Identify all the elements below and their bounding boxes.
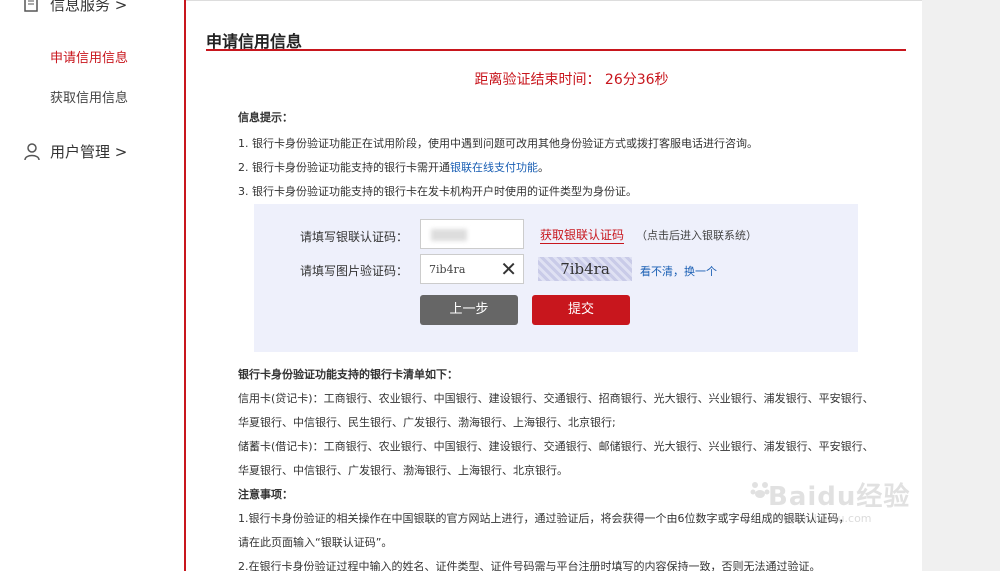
get-code-hint: （点击后进入银联系统） xyxy=(636,229,757,242)
captcha-label: 请填写图片验证码： xyxy=(300,264,409,278)
bank-line-3: 储蓄卡(借记卡)：工商银行、农业银行、中国银行、建设银行、交通银行、邮储银行、光… xyxy=(238,440,874,453)
unionpay-code-input[interactable] xyxy=(420,219,524,249)
bank-line-4: 华夏银行、中信银行、广发银行、渤海银行、上海银行、北京银行。 xyxy=(238,464,568,477)
notes-heading: 注意事项： xyxy=(238,488,293,501)
watermark-url: jingyan.baidu.com xyxy=(770,512,872,525)
back-button[interactable]: 上一步 xyxy=(420,295,518,325)
right-margin xyxy=(922,0,1000,571)
verification-form: 请填写银联认证码： 获取银联认证码 （点击后进入银联系统） 请填写图片验证码： … xyxy=(254,204,858,352)
title-divider xyxy=(206,49,906,51)
sidebar-item-apply-credit[interactable]: 申请信用信息 xyxy=(50,47,128,66)
refresh-captcha-link[interactable]: 看不清，换一个 xyxy=(640,263,717,279)
unionpay-code-label: 请填写银联认证码： xyxy=(300,230,409,244)
info-line-1: 1. 银行卡身份验证功能正在试用阶段，使用中遇到问题可改用其他身份验证方式或拨打… xyxy=(238,137,758,150)
sidebar: 信息服务 > 申请信用信息 获取信用信息 用户管理 > xyxy=(0,0,185,571)
bank-line-1: 信用卡(贷记卡)：工商银行、农业银行、中国银行、建设银行、交通银行、招商银行、光… xyxy=(238,392,874,405)
captcha-image[interactable]: 7ib4ra xyxy=(538,257,632,281)
info-line-3: 3. 银行卡身份验证功能支持的银行卡在发卡机构开户时使用的证件类型为身份证。 xyxy=(238,185,637,198)
get-unionpay-code-button[interactable]: 获取银联认证码 xyxy=(540,226,625,244)
info-line-2-suffix: 。 xyxy=(538,161,549,174)
paw-icon xyxy=(750,482,770,498)
watermark-brand: Baidu经验 xyxy=(768,482,911,512)
sidebar-group-info-services[interactable]: 信息服务 > xyxy=(24,0,127,15)
countdown-value: 26分36秒 xyxy=(604,72,669,88)
blurred-value xyxy=(431,229,467,241)
info-line-2: 2. 银行卡身份验证功能支持的银行卡需开通银联在线支付功能。 xyxy=(238,162,549,174)
countdown-label: 距离验证结束时间： xyxy=(474,72,601,88)
captcha-input[interactable]: 7ib4ra ✕ xyxy=(420,254,524,284)
document-icon xyxy=(24,0,40,14)
note-line-3: 2.在银行卡身份验证过程中输入的姓名、证件类型、证件号码需与平台注册时填写的内容… xyxy=(238,560,821,571)
sidebar-item-get-credit[interactable]: 获取信用信息 xyxy=(50,87,128,106)
user-icon xyxy=(24,142,40,161)
sidebar-group-label: 用户管理 > xyxy=(50,143,128,161)
unionpay-online-link[interactable]: 银联在线支付功能 xyxy=(450,161,538,174)
watermark: Baidu经验 jingyan.baidu.com xyxy=(750,462,920,532)
clear-icon[interactable]: ✕ xyxy=(500,258,517,280)
info-line-2-text: 2. 银行卡身份验证功能支持的银行卡需开通 xyxy=(238,161,450,174)
bank-line-2: 华夏银行、中信银行、民生银行、广发银行、渤海银行、上海银行、北京银行; xyxy=(238,416,616,429)
submit-button[interactable]: 提交 xyxy=(532,295,630,325)
sidebar-group-label: 信息服务 > xyxy=(50,0,128,14)
info-heading: 信息提示： xyxy=(238,111,293,124)
countdown: 距离验证结束时间： 26分36秒 xyxy=(186,69,922,89)
note-line-2: 请在此页面输入“银联认证码”。 xyxy=(238,536,393,549)
banks-heading: 银行卡身份验证功能支持的银行卡清单如下： xyxy=(238,368,458,381)
sidebar-group-user-management[interactable]: 用户管理 > xyxy=(24,141,127,162)
captcha-input-value: 7ib4ra xyxy=(429,263,466,276)
